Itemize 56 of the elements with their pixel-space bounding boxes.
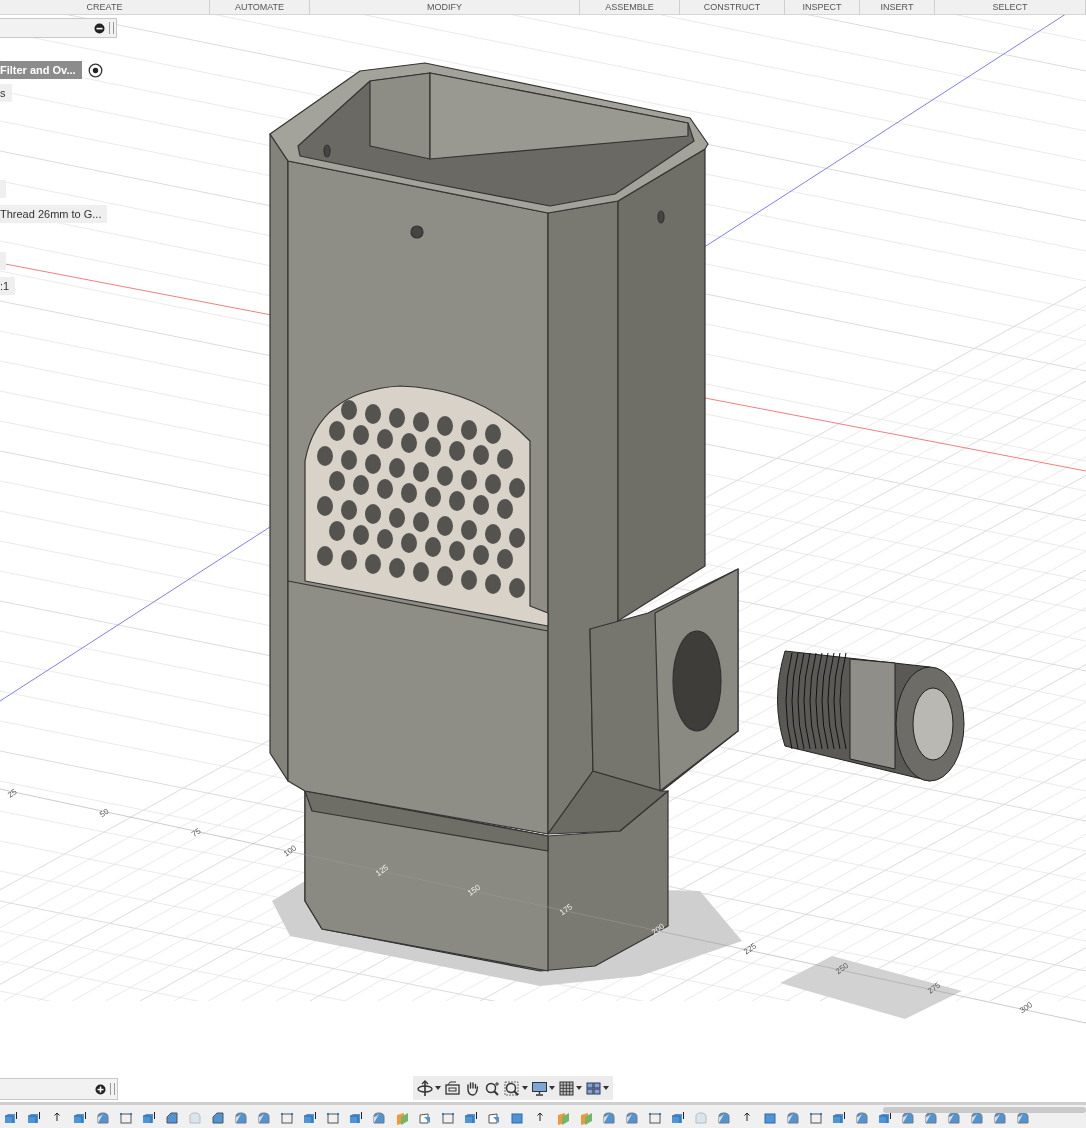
- timeline-feature-icon[interactable]: [671, 1111, 685, 1125]
- menu-tab[interactable]: INSERT: [860, 0, 935, 14]
- zoom-window-icon: [504, 1079, 521, 1097]
- hand-icon: [464, 1079, 481, 1097]
- browser-item[interactable]: :1: [0, 277, 16, 295]
- browser-item[interactable]: s: [0, 84, 12, 102]
- panel-grip[interactable]: [110, 1083, 115, 1095]
- menu-tab[interactable]: SELECT: [935, 0, 1086, 14]
- menu-tab[interactable]: INSPECT: [785, 0, 860, 14]
- camera-icon: [444, 1079, 461, 1097]
- ruler-label: 25: [6, 787, 19, 800]
- caret-icon: [435, 1086, 441, 1090]
- grid-icon: [558, 1079, 575, 1097]
- zoom-icon: [484, 1079, 501, 1097]
- timeline-feature-icon[interactable]: [4, 1111, 18, 1125]
- radio-icon[interactable]: [87, 62, 103, 78]
- ruler-label: 125: [374, 863, 391, 879]
- ruler-label: 300: [1018, 1000, 1035, 1016]
- timeline-feature-icon[interactable]: [832, 1111, 846, 1125]
- grid-button[interactable]: [558, 1078, 582, 1098]
- browser-item[interactable]: Thread 26mm to G...: [0, 205, 108, 223]
- ruler-label: 175: [558, 902, 575, 918]
- caret-icon: [549, 1086, 555, 1090]
- ruler-label: 150: [466, 882, 483, 898]
- menu-tab[interactable]: ASSEMBLE: [580, 0, 680, 14]
- timeline-feature-icon[interactable]: [878, 1111, 892, 1125]
- menu-tab[interactable]: CONSTRUCT: [680, 0, 785, 14]
- ruler-label: 200: [650, 921, 667, 937]
- orbit-button[interactable]: [417, 1078, 441, 1098]
- ruler-label: 100: [282, 843, 299, 859]
- timeline-feature-icon[interactable]: [142, 1111, 156, 1125]
- zoom-window-button[interactable]: [504, 1078, 528, 1098]
- menu-tab[interactable]: AUTOMATE: [210, 0, 310, 14]
- monitor-icon: [531, 1079, 548, 1097]
- orbit-icon: [417, 1079, 434, 1097]
- menu-tab[interactable]: CREATE: [0, 0, 210, 14]
- scrollbar-thumb[interactable]: [883, 1107, 1086, 1113]
- panel-grip[interactable]: [109, 22, 114, 34]
- caret-icon: [522, 1086, 528, 1090]
- ruler-label: 75: [190, 826, 203, 839]
- ruler-label: 275: [926, 980, 943, 996]
- timeline-feature-icon[interactable]: [73, 1111, 87, 1125]
- caret-icon: [576, 1086, 582, 1090]
- menu-tab[interactable]: MODIFY: [310, 0, 580, 14]
- viewports-icon: [585, 1079, 602, 1097]
- ruler-label: 50: [98, 806, 111, 820]
- timeline-feature-icon[interactable]: [27, 1111, 41, 1125]
- add-icon[interactable]: [95, 1083, 106, 1095]
- timeline-feature-icon[interactable]: [464, 1111, 478, 1125]
- ruler-label: 225: [742, 941, 759, 957]
- timeline-feature-icon[interactable]: [349, 1111, 363, 1125]
- timeline-feature-icon[interactable]: [303, 1111, 317, 1125]
- collapse-icon[interactable]: [94, 22, 105, 34]
- camera-button[interactable]: [444, 1078, 461, 1098]
- ruler-label: 250: [834, 961, 851, 977]
- caret-icon: [603, 1086, 609, 1090]
